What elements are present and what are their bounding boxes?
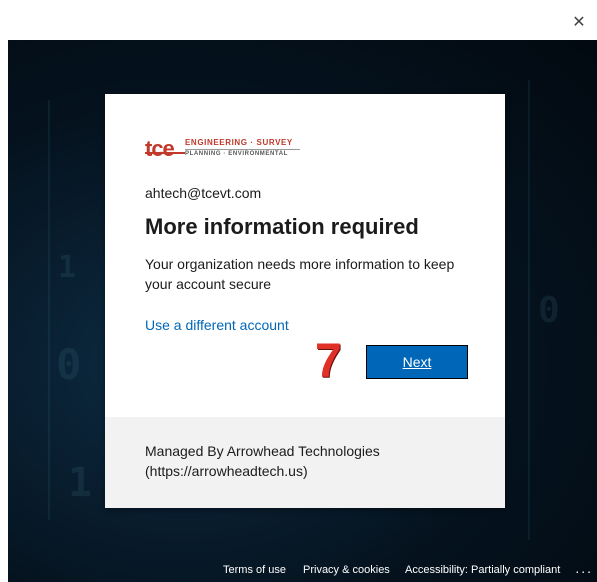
logo-mark: tce (145, 136, 175, 161)
logo-rule (185, 149, 300, 150)
logo-tagline-bottom: PLANNING · ENVIRONMENTAL (185, 151, 288, 157)
background-line (528, 80, 530, 540)
background-digit: 1 (58, 250, 77, 285)
background-digit: 0 (538, 290, 560, 331)
privacy-cookies-link[interactable]: Privacy & cookies (303, 564, 390, 576)
logo-tagline-top: ENGINEERING · SURVEY (185, 138, 293, 147)
step-annotation: 7 (315, 335, 342, 388)
company-logo: tce ENGINEERING · SURVEY PLANNING · ENVI… (145, 134, 305, 170)
more-options-icon[interactable]: ... (575, 560, 593, 576)
background-stage: 1 0 1 0 tce ENGINEERING · SURVEY PLANNIN… (8, 40, 597, 582)
account-email: ahtech@tcevt.com (145, 185, 262, 201)
description-text: Your organization needs more information… (145, 256, 455, 292)
page-title: More information required (145, 214, 419, 239)
logo-underline (145, 152, 185, 154)
close-icon[interactable]: ✕ (569, 12, 589, 32)
use-different-account-link[interactable]: Use a different account (145, 317, 289, 333)
terms-of-use-link[interactable]: Terms of use (223, 564, 286, 576)
background-digit: 1 (68, 460, 93, 506)
managed-by-text: Managed By Arrowhead Technologies (https… (145, 443, 380, 479)
accessibility-link[interactable]: Accessibility: Partially compliant (405, 564, 560, 576)
footer-bar: Terms of use Privacy & cookies Accessibi… (8, 560, 597, 582)
background-digit: 0 (56, 340, 82, 389)
background-line (48, 100, 50, 520)
managed-by-panel: Managed By Arrowhead Technologies (https… (105, 417, 505, 508)
sign-in-window: ✕ 1 0 1 0 tce ENGINEERING · SURVEY PLANN… (0, 0, 597, 582)
next-button[interactable]: Next (366, 345, 468, 379)
sign-in-card: tce ENGINEERING · SURVEY PLANNING · ENVI… (105, 94, 505, 508)
title-bar: ✕ (0, 0, 597, 40)
